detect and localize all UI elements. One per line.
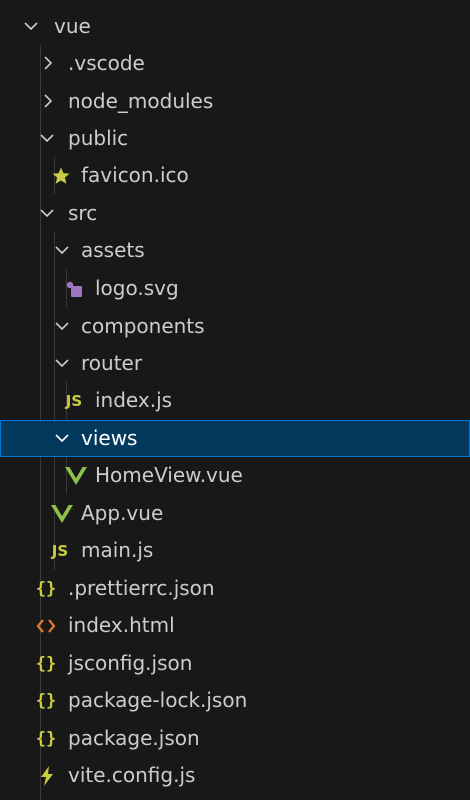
tree-item-vite-config-js[interactable]: vite.config.js [0, 757, 470, 794]
json-file-icon: {} [35, 654, 57, 674]
tree-item-jsconfig-json[interactable]: {} jsconfig.json [0, 645, 470, 682]
js-file-icon: JS [65, 392, 83, 410]
tree-item-label: logo.svg [95, 276, 179, 300]
chevron-down-icon [53, 317, 71, 335]
tree-item-main-js[interactable]: JS main.js [0, 532, 470, 569]
svg-file-icon [63, 278, 85, 300]
chevron-down-icon [38, 204, 56, 222]
tree-item-label: src [68, 201, 98, 225]
chevron-right-icon [39, 92, 57, 110]
tree-item-label: .prettierrc.json [68, 576, 215, 600]
vue-file-icon [51, 503, 73, 525]
js-file-icon: JS [51, 542, 69, 560]
json-file-icon: {} [35, 729, 57, 749]
tree-item-label: favicon.ico [81, 163, 189, 187]
tree-item-label: index.html [68, 613, 175, 637]
tree-item-index-js[interactable]: JS index.js [0, 382, 470, 419]
tree-item-label: .vscode [68, 51, 145, 75]
tree-item-vue[interactable]: vue [0, 8, 470, 45]
tree-item-views[interactable]: views [0, 420, 470, 457]
json-file-icon: {} [35, 579, 57, 599]
tree-item-favicon[interactable]: favicon.ico [0, 157, 470, 194]
tree-item-label: views [81, 426, 138, 450]
vue-file-icon [65, 465, 87, 487]
tree-item-homeview-vue[interactable]: HomeView.vue [0, 457, 470, 494]
tree-item-index-html[interactable]: index.html [0, 607, 470, 644]
tree-item-label: package-lock.json [68, 688, 248, 712]
chevron-down-icon [22, 17, 40, 35]
tree-item-label: jsconfig.json [68, 651, 193, 675]
tree-item-label: App.vue [81, 501, 164, 525]
tree-item-label: public [68, 126, 129, 150]
html-file-icon [35, 615, 57, 637]
tree-item-label: main.js [81, 538, 154, 562]
tree-item-label: HomeView.vue [95, 463, 243, 487]
tree-item-label: vue [54, 14, 91, 38]
tree-item-public[interactable]: public [0, 120, 470, 157]
lightning-icon [36, 765, 58, 787]
tree-item-label: vite.config.js [68, 763, 196, 787]
tree-item-prettierrc-json[interactable]: {} .prettierrc.json [0, 570, 470, 607]
tree-item-router[interactable]: router [0, 345, 470, 382]
chevron-down-icon [38, 129, 56, 147]
tree-item-logo-svg[interactable]: logo.svg [0, 270, 470, 307]
tree-item-package-json[interactable]: {} package.json [0, 720, 470, 757]
tree-item-label: package.json [68, 726, 200, 750]
tree-item-app-vue[interactable]: App.vue [0, 495, 470, 532]
chevron-down-icon [53, 354, 71, 372]
tree-item-components[interactable]: components [0, 308, 470, 345]
tree-item-label: router [81, 351, 143, 375]
tree-item-vscode[interactable]: .vscode [0, 45, 470, 82]
tree-item-label: assets [81, 238, 145, 262]
json-file-icon: {} [35, 691, 57, 711]
tree-item-src[interactable]: src [0, 195, 470, 232]
tree-item-label: index.js [95, 388, 173, 412]
star-icon [50, 165, 72, 187]
chevron-right-icon [39, 54, 57, 72]
tree-item-label: node_modules [68, 89, 214, 113]
tree-item-assets[interactable]: assets [0, 232, 470, 269]
tree-item-package-lock-json[interactable]: {} package-lock.json [0, 682, 470, 719]
chevron-down-icon [53, 241, 71, 259]
tree-item-node-modules[interactable]: node_modules [0, 83, 470, 120]
chevron-down-icon [53, 429, 71, 447]
tree-item-label: components [81, 314, 205, 338]
file-explorer: vue .vscode node_modules public favicon.… [0, 0, 470, 800]
